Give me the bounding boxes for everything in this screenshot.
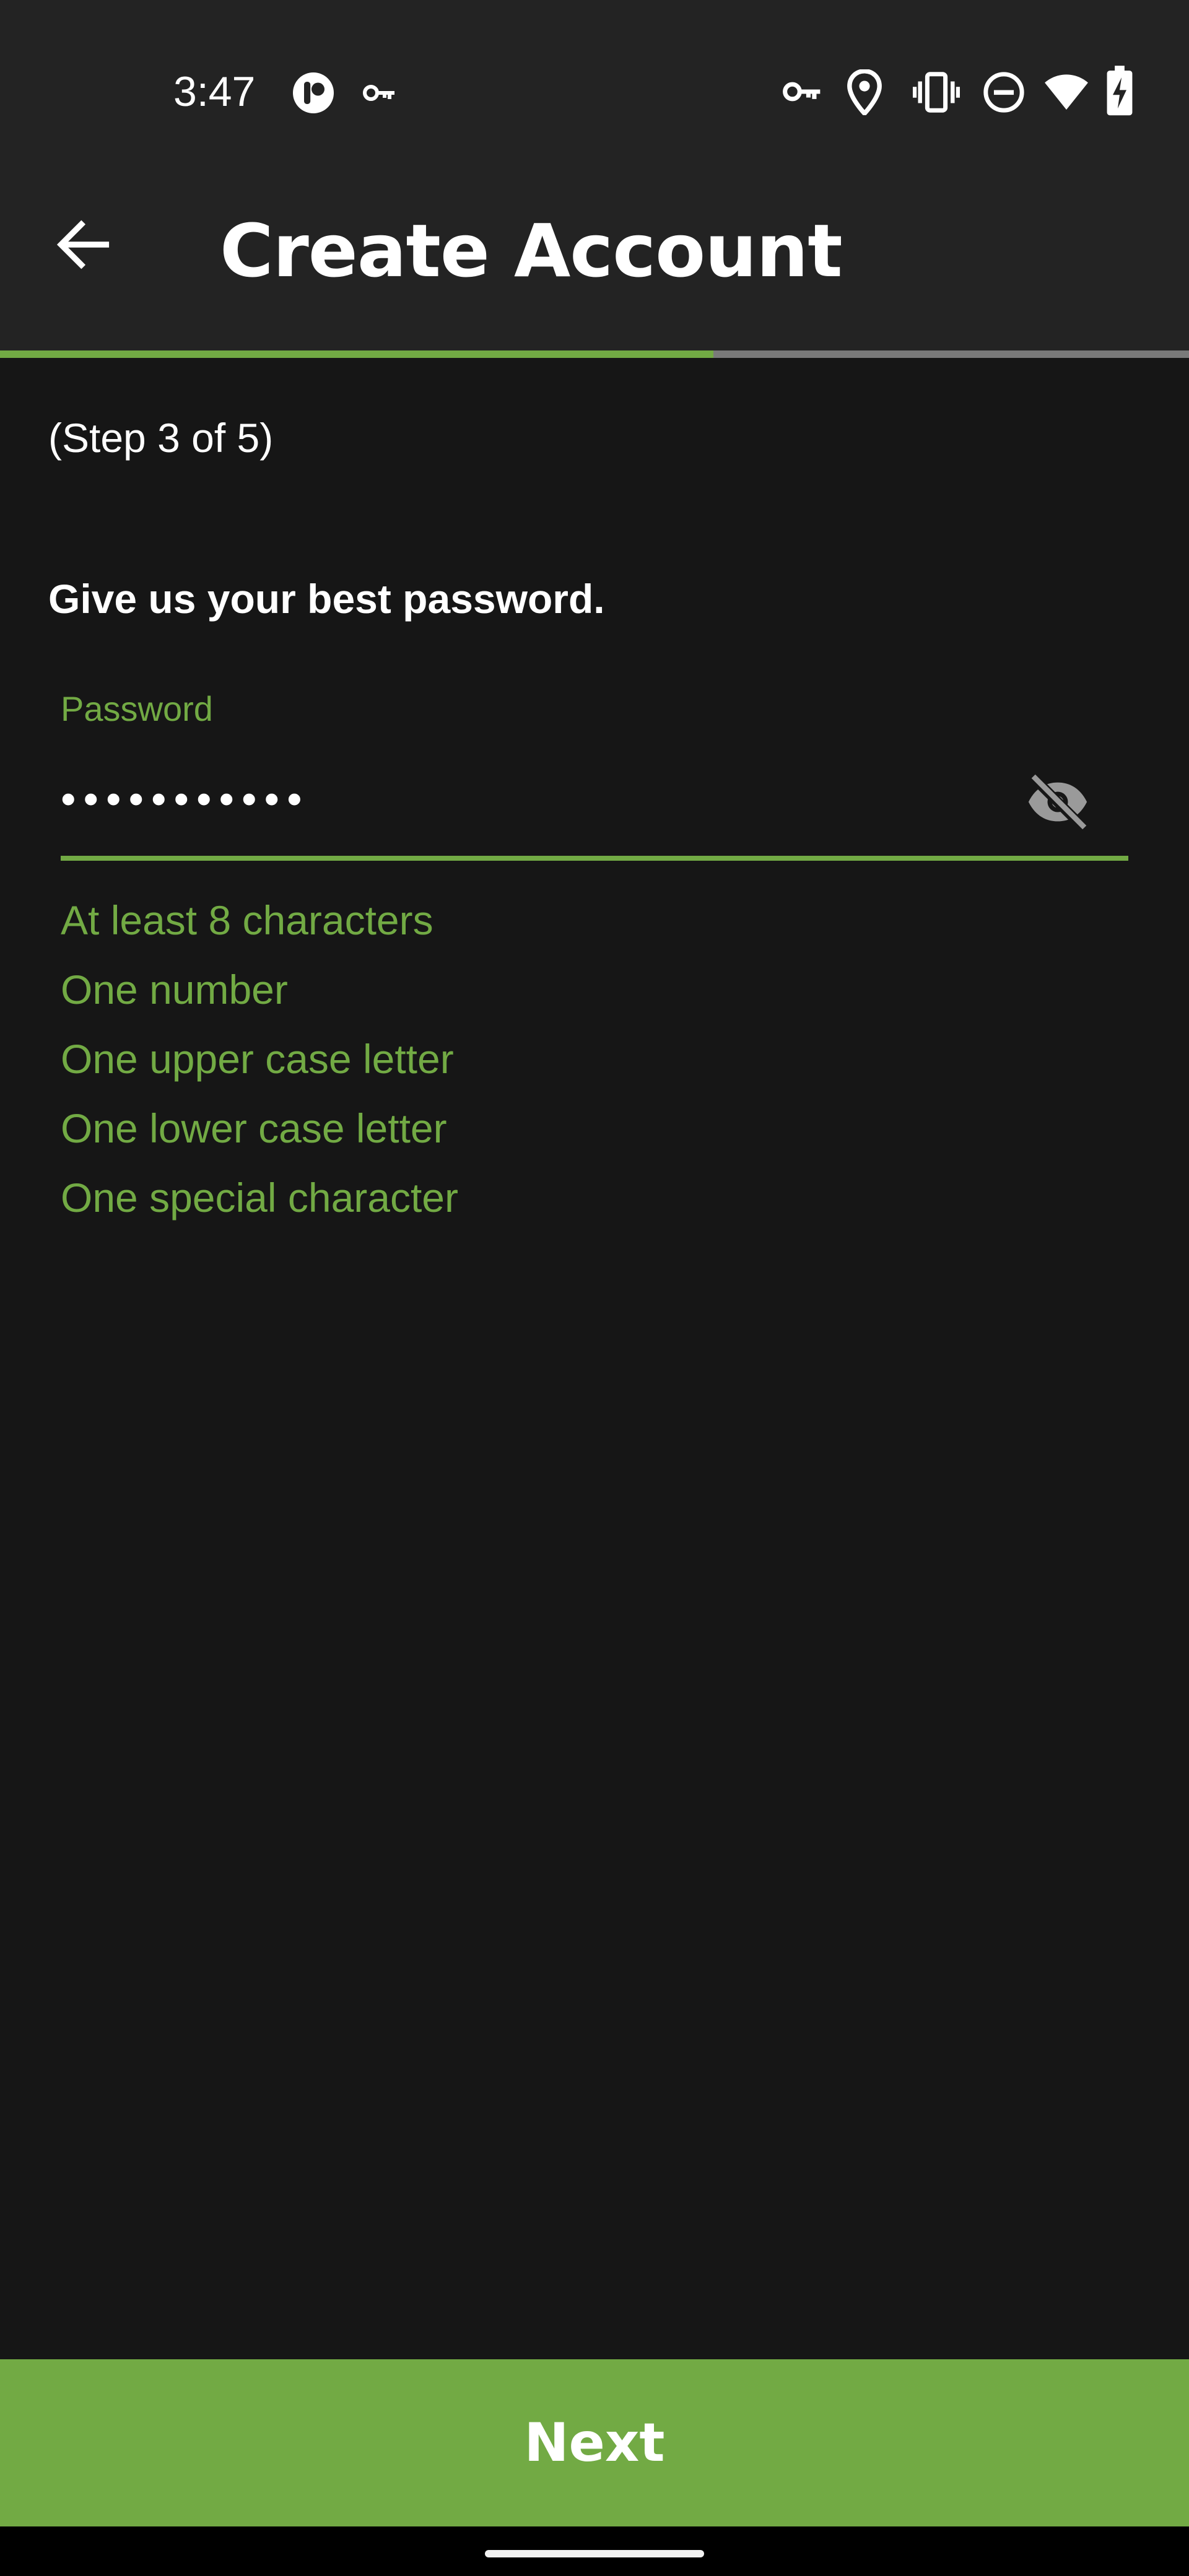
wifi-icon (1045, 74, 1088, 110)
step-progress-bar (0, 350, 1189, 358)
location-icon (847, 69, 882, 115)
vibrate-icon (913, 72, 960, 113)
step-progress-fill (0, 350, 713, 358)
vpn-key-icon (783, 82, 821, 102)
requirement-number: One number (61, 967, 288, 1012)
toggle-password-visibility-button[interactable] (1014, 762, 1101, 842)
vpn-key-icon (363, 85, 394, 101)
status-time: 3:47 (173, 68, 256, 115)
requirement-special-character: One special character (61, 1175, 458, 1221)
step-indicator: (Step 3 of 5) (48, 415, 274, 461)
page-title: Create Account (220, 208, 843, 294)
arrow-left-icon (56, 220, 110, 269)
app-notification-icon (293, 72, 334, 113)
requirement-uppercase: One upper case letter (61, 1036, 454, 1082)
password-requirements: At least 8 characters One number One upp… (61, 886, 458, 1232)
back-button[interactable] (43, 204, 124, 285)
eye-off-icon (1028, 773, 1089, 832)
battery-charging-icon (1107, 66, 1133, 116)
do-not-disturb-icon (983, 72, 1024, 113)
requirement-min-length: At least 8 characters (61, 897, 433, 943)
status-bar: 3:47 (0, 0, 1189, 167)
requirement-lowercase: One lower case letter (61, 1105, 447, 1151)
home-gesture-handle[interactable] (485, 2550, 704, 2557)
password-prompt: Give us your best password. (48, 576, 605, 622)
password-field[interactable]: Password ••••••••••• (61, 681, 1128, 864)
password-underline (61, 856, 1128, 861)
password-label: Password (61, 689, 213, 728)
next-button[interactable]: Next (0, 2359, 1189, 2526)
password-input[interactable]: ••••••••••• (61, 768, 310, 830)
